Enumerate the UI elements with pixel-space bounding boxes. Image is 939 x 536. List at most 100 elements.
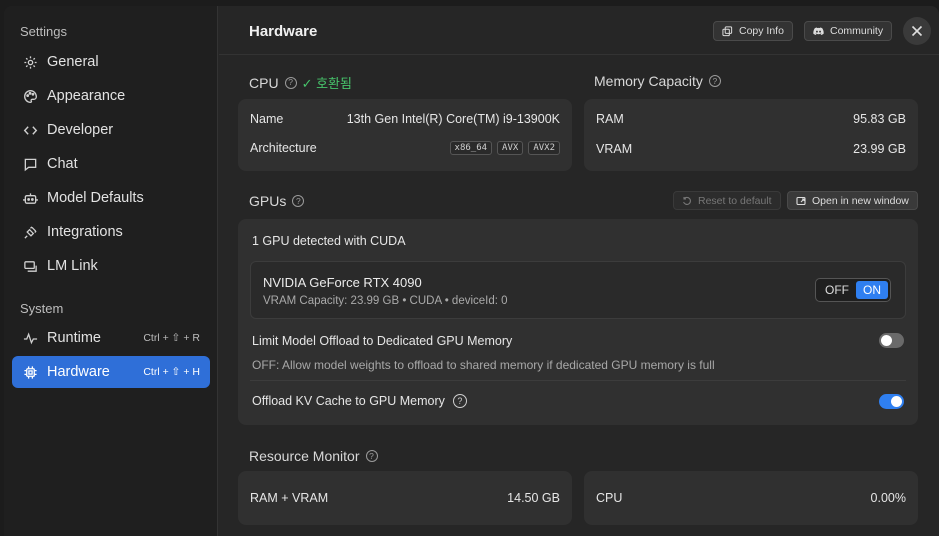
cpu-name-label: Name bbox=[250, 112, 284, 126]
gpu-device-card: NVIDIA GeForce RTX 4090 VRAM Capacity: 2… bbox=[250, 261, 906, 319]
sidebar-item-label: LM Link bbox=[47, 258, 98, 274]
cpu-usage-label: CPU bbox=[596, 491, 623, 505]
help-icon[interactable]: ? bbox=[365, 450, 378, 462]
open-new-window-button[interactable]: Open in new window bbox=[787, 191, 918, 210]
sidebar-item-chat[interactable]: Chat bbox=[12, 148, 210, 180]
community-label: Community bbox=[830, 25, 884, 37]
sidebar-item-runtime[interactable]: Runtime Ctrl + ⇧ + R bbox=[12, 322, 210, 354]
page-title: Hardware bbox=[249, 23, 318, 40]
gpu-name: NVIDIA GeForce RTX 4090 bbox=[263, 275, 422, 290]
vram-label: VRAM bbox=[596, 142, 633, 156]
shortcut-label: Ctrl + ⇧ + H bbox=[143, 366, 200, 378]
sidebar-item-label: Developer bbox=[47, 122, 114, 138]
link-icon bbox=[22, 258, 38, 274]
code-icon bbox=[22, 122, 38, 138]
sidebar-item-label: Runtime bbox=[47, 330, 101, 346]
arch-tag: AVX2 bbox=[528, 141, 560, 155]
gpu-details: VRAM Capacity: 23.99 GB • CUDA • deviceI… bbox=[263, 295, 508, 307]
close-button[interactable] bbox=[903, 17, 931, 45]
gpu-off-option[interactable]: OFF bbox=[818, 281, 856, 299]
reset-label: Reset to default bbox=[698, 194, 772, 207]
gpus-title: GPUs bbox=[249, 193, 287, 209]
ram-vram-label: RAM + VRAM bbox=[250, 491, 329, 505]
help-icon[interactable]: ? bbox=[284, 76, 297, 89]
gpu-enable-toggle[interactable]: OFF ON bbox=[815, 278, 891, 302]
gpu-detected-text: 1 GPU detected with CUDA bbox=[252, 234, 406, 248]
ram-vram-usage-card: RAM + VRAM 14.50 GB bbox=[238, 471, 572, 525]
gpus-section-title: GPUs ? bbox=[249, 193, 305, 209]
ram-label: RAM bbox=[596, 112, 624, 126]
sidebar-item-hardware[interactable]: Hardware Ctrl + ⇧ + H bbox=[12, 356, 210, 388]
reset-icon bbox=[683, 196, 691, 205]
panel-header: Hardware Copy Info Community bbox=[219, 6, 939, 55]
resource-monitor-title-row: Resource Monitor ? bbox=[249, 448, 378, 464]
ram-vram-value: 14.50 GB bbox=[507, 491, 560, 505]
sidebar-item-label: Model Defaults bbox=[47, 190, 144, 206]
external-window-icon bbox=[796, 196, 806, 205]
ram-vram-row: RAM + VRAM 14.50 GB bbox=[250, 491, 560, 505]
limit-offload-label: Limit Model Offload to Dedicated GPU Mem… bbox=[252, 334, 513, 348]
arch-tag: AVX bbox=[497, 141, 524, 155]
open-window-label: Open in new window bbox=[812, 194, 909, 207]
toggle-knob bbox=[891, 396, 902, 407]
arch-tag: x86_64 bbox=[449, 141, 493, 155]
divider bbox=[250, 380, 906, 381]
arch-tags: x86_64 AVX AVX2 bbox=[449, 141, 560, 155]
kv-cache-toggle[interactable] bbox=[879, 394, 904, 409]
sidebar-item-integrations[interactable]: Integrations bbox=[12, 216, 210, 248]
settings-heading: Settings bbox=[20, 24, 67, 39]
sidebar-item-general[interactable]: General bbox=[12, 46, 210, 78]
cpu-arch-row: Architecture x86_64 AVX AVX2 bbox=[250, 141, 560, 155]
cpu-name-value: 13th Gen Intel(R) Core(TM) i9-13900K bbox=[346, 112, 560, 126]
memory-title: Memory Capacity bbox=[594, 73, 703, 89]
kv-cache-label: Offload KV Cache to GPU Memory bbox=[252, 394, 445, 408]
cpu-name-row: Name 13th Gen Intel(R) Core(TM) i9-13900… bbox=[250, 112, 560, 126]
cpu-usage-card: CPU 0.00% bbox=[584, 471, 918, 525]
settings-window: Settings General Appearance Developer Ch… bbox=[4, 6, 939, 536]
chip-icon bbox=[22, 364, 38, 380]
reset-to-default-button[interactable]: Reset to default bbox=[673, 191, 781, 210]
vram-value: 23.99 GB bbox=[853, 142, 906, 156]
chat-icon bbox=[22, 156, 38, 172]
system-heading: System bbox=[20, 301, 64, 316]
settings-sidebar: Settings General Appearance Developer Ch… bbox=[4, 6, 218, 536]
copy-info-button[interactable]: Copy Info bbox=[713, 21, 793, 41]
resource-monitor-title: Resource Monitor bbox=[249, 448, 360, 464]
toggle-knob bbox=[881, 335, 892, 346]
cpu-usage-value: 0.00% bbox=[870, 491, 906, 505]
limit-offload-toggle[interactable] bbox=[879, 333, 904, 348]
help-icon[interactable]: ? bbox=[452, 394, 467, 408]
plug-icon bbox=[22, 224, 38, 240]
hardware-panel: Hardware Copy Info Community CPU ? ✓ 호환됨… bbox=[219, 6, 939, 536]
gpu-card-container: 1 GPU detected with CUDA NVIDIA GeForce … bbox=[238, 219, 918, 425]
ram-value: 95.83 GB bbox=[853, 112, 906, 126]
help-icon[interactable]: ? bbox=[708, 75, 721, 87]
sidebar-item-label: General bbox=[47, 54, 99, 70]
sidebar-item-lm-link[interactable]: LM Link bbox=[12, 250, 210, 282]
vram-row: VRAM 23.99 GB bbox=[596, 142, 906, 156]
limit-offload-description: OFF: Allow model weights to offload to s… bbox=[252, 358, 715, 372]
memory-section-title: Memory Capacity ? bbox=[594, 73, 721, 89]
copy-info-label: Copy Info bbox=[739, 25, 784, 37]
gpu-on-option[interactable]: ON bbox=[856, 281, 888, 299]
pulse-icon bbox=[22, 330, 38, 346]
cpu-usage-row: CPU 0.00% bbox=[596, 491, 906, 505]
robot-icon bbox=[22, 190, 38, 206]
shortcut-label: Ctrl + ⇧ + R bbox=[143, 332, 200, 344]
ram-row: RAM 95.83 GB bbox=[596, 112, 906, 126]
help-icon[interactable]: ? bbox=[292, 195, 305, 207]
kv-cache-row: Offload KV Cache to GPU Memory ? bbox=[252, 394, 467, 408]
discord-icon bbox=[813, 26, 824, 35]
community-button[interactable]: Community bbox=[804, 21, 893, 41]
cpu-title: CPU bbox=[249, 74, 279, 91]
gear-icon bbox=[22, 54, 38, 70]
sidebar-item-developer[interactable]: Developer bbox=[12, 114, 210, 146]
sidebar-item-label: Chat bbox=[47, 156, 78, 172]
sidebar-item-appearance[interactable]: Appearance bbox=[12, 80, 210, 112]
palette-icon bbox=[22, 88, 38, 104]
sidebar-item-model-defaults[interactable]: Model Defaults bbox=[12, 182, 210, 214]
sidebar-item-label: Integrations bbox=[47, 224, 123, 240]
cpu-section-title: CPU ? ✓ 호환됨 bbox=[249, 73, 352, 92]
sidebar-item-label: Appearance bbox=[47, 88, 126, 104]
copy-icon bbox=[722, 25, 733, 36]
